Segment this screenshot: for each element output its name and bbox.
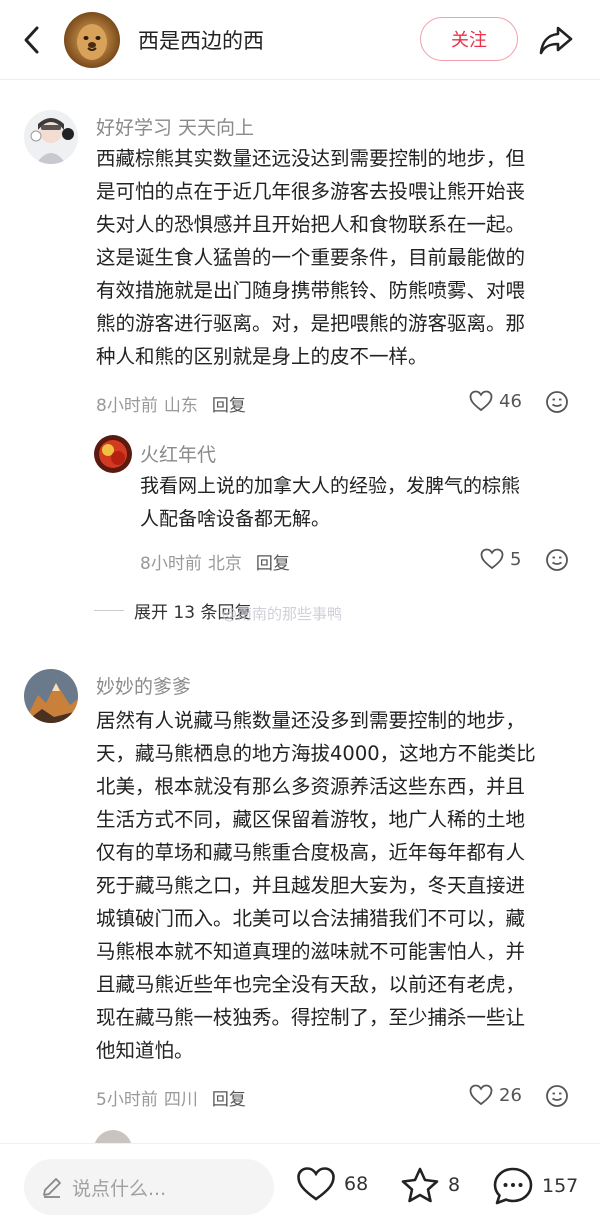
reply-like-count: 5 [510,548,522,570]
reply-button[interactable]: 回复 [212,391,246,416]
comment-time: 8小时前 [96,396,158,416]
smiley-icon [546,549,568,571]
divider-line [94,610,124,611]
like-post-button[interactable]: 68 [296,1166,368,1202]
reply-avatar[interactable] [94,435,132,473]
comment-line: 北美，根本就没有那么多资源养活这些东西，并且 [96,775,526,798]
post-star-count: 8 [448,1174,461,1196]
star-icon [401,1167,439,1203]
commenter-name[interactable]: 好好学习 天天向上 [96,113,254,140]
reply-button[interactable]: 回复 [256,549,290,574]
back-button[interactable] [16,22,48,58]
comment-like-button[interactable]: 46 [469,390,522,412]
comment-line: 他知道怕。 [96,1039,194,1062]
comment-location: 四川 [163,1090,198,1110]
comment-input-placeholder: 说点什么... [72,1177,167,1200]
comment-line: 这是诞生食人猛兽的一个重要条件，目前最能做的 [96,246,526,269]
reply-username[interactable]: 火红年代 [140,440,216,467]
favorite-post-button[interactable]: 8 [400,1166,460,1204]
comment-time: 8小时前 [140,554,202,574]
post-like-count: 68 [344,1173,369,1195]
comments-post-button[interactable]: 157 [492,1166,578,1206]
comment-location: 山东 [163,396,198,416]
smiley-icon [546,391,568,413]
comment-line: 西藏棕熊其实数量还远没达到需要控制的地步，但 [96,147,526,170]
comment-line: 我看网上说的加拿大人的经验，发脾气的棕熊 [140,475,521,497]
emoji-react-button[interactable] [545,1084,569,1112]
bottom-action-bar: 说点什么... 68 8 157 [0,1143,600,1229]
comment-line: 有效措施就是出门随身携带熊铃、防熊喷雾、对喂 [96,279,526,302]
lion-avatar-image [64,12,120,68]
comment-line: 仅有的草场和藏马熊重合度极高，近年每年都有人 [96,841,526,864]
commenter-avatar[interactable] [24,110,78,164]
comment-input[interactable]: 说点什么... [24,1159,274,1215]
share-button[interactable] [534,20,578,60]
follow-button[interactable]: 关注 [420,17,518,61]
comment-line: 熊的游客进行驱离。对，是把喂熊的游客驱离。那 [96,312,526,335]
anime-avatar-image [24,110,78,164]
heart-icon [480,548,504,570]
comment-meta: 5小时前 四川 回复 [96,1085,246,1110]
red-flower-avatar-image [94,435,132,473]
comment-line: 种人和熊的区别就是身上的皮不一样。 [96,345,428,368]
emoji-react-button[interactable] [545,390,569,418]
comment-like-count: 46 [499,390,522,412]
comment-text: 西藏棕熊其实数量还远没达到需要控制的地步，但 是可怕的点在于近几年很多游客去投喂… [96,142,525,373]
heart-icon [469,390,493,412]
comment-like-button[interactable]: 26 [469,1084,522,1106]
commenter-avatar[interactable] [24,669,78,723]
smiley-icon [546,1085,568,1107]
comment-line: 死于藏马熊之口，并且越发胆大妄为，冬天直接进 [96,874,526,897]
comment-line: 天，藏马熊栖息的地方海拔4000，这地方不能类比 [96,742,536,765]
author-avatar[interactable] [64,12,120,68]
comment-line: 是可怕的点在于近几年很多游客去投喂让熊开始丧 [96,180,526,203]
heart-icon [297,1167,335,1201]
comment-line: 生活方式不同，藏区保留着游牧，地广人稀的土地 [96,808,526,831]
comment-like-count: 26 [499,1084,522,1106]
reply-meta: 8小时前 北京 回复 [140,549,290,574]
reply-like-button[interactable]: 5 [480,548,521,570]
comment-bubble-icon [493,1167,533,1205]
reply-text: 我看网上说的加拿大人的经验，发脾气的棕熊 人配备啥设备都无解。 [140,470,520,536]
reply-button[interactable]: 回复 [212,1085,246,1110]
post-comment-count: 157 [542,1175,579,1197]
comment-text: 居然有人说藏马熊数量还没多到需要控制的地步， 天，藏马熊栖息的地方海拔4000，… [96,704,536,1067]
chevron-left-icon [24,26,39,54]
comment-line: 人配备啥设备都无解。 [140,508,331,530]
comment-meta: 8小时前 山东 回复 [96,391,246,416]
comment-line: 且藏马熊近些年也完全没有天敌，以前还有老虎， [96,973,526,996]
pencil-icon [43,1178,61,1198]
commenter-name[interactable]: 妙妙的爹爹 [96,672,191,699]
comment-line: 居然有人说藏马熊数量还没多到需要控制的地步， [96,709,526,732]
share-arrow-icon [539,26,573,55]
comment-line: 现在藏马熊一枝独秀。得控制了，至少捕杀一些让 [96,1006,526,1029]
heart-icon [469,1084,493,1106]
author-name[interactable]: 西是西边的西 [138,25,264,55]
emoji-react-button[interactable] [545,548,569,576]
comment-line: 失对人的恐惧感并且开始把人和食物联系在一起。 [96,213,526,236]
mountain-avatar-image [24,669,78,723]
comment-line: 马熊根本就不知道真理的滋味就不可能害怕人，并 [96,940,526,963]
comment-location: 北京 [207,554,242,574]
comment-line: 城镇破门而入。北美可以合法捕猎我们不可以，藏 [96,907,526,930]
top-bar: 西是西边的西 关注 [0,0,600,80]
comment-time: 5小时前 [96,1090,158,1110]
watermark: @南南的那些事鸭 [222,605,343,623]
